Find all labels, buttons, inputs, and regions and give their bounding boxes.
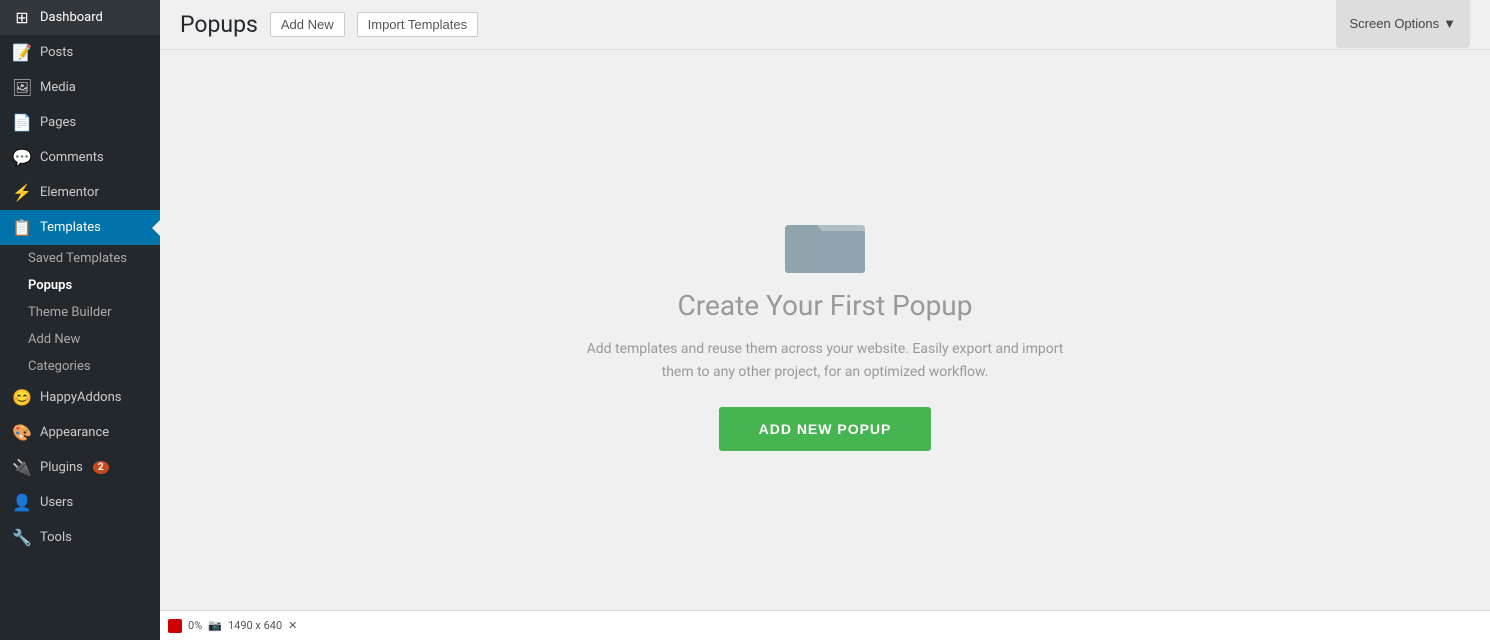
sidebar-item-label: Templates bbox=[40, 220, 101, 235]
import-templates-button[interactable]: Import Templates bbox=[357, 12, 478, 37]
status-dot bbox=[168, 619, 182, 633]
screen-options-label: Screen Options bbox=[1350, 16, 1440, 31]
plugins-badge: 2 bbox=[93, 461, 109, 474]
submenu-label: Saved Templates bbox=[28, 251, 127, 266]
media-icon: 🖼 bbox=[12, 78, 32, 97]
sidebar-item-add-new[interactable]: Add New bbox=[0, 326, 160, 353]
camera-icon: 📷 bbox=[208, 619, 222, 632]
tools-icon: 🔧 bbox=[12, 528, 32, 547]
sidebar-item-plugins[interactable]: 🔌 Plugins 2 bbox=[0, 450, 160, 485]
folder-icon bbox=[785, 209, 865, 273]
submenu-label: Popups bbox=[28, 278, 72, 293]
empty-state: Create Your First Popup Add templates an… bbox=[585, 209, 1065, 451]
submenu-label: Theme Builder bbox=[28, 305, 112, 320]
posts-icon: 📝 bbox=[12, 43, 32, 62]
sidebar-item-label: Comments bbox=[40, 150, 104, 165]
top-bar: Popups Add New Import Templates Screen O… bbox=[160, 0, 1490, 50]
sidebar-item-label: Media bbox=[40, 80, 76, 95]
sidebar-item-label: Posts bbox=[40, 45, 73, 60]
submenu-label: Categories bbox=[28, 359, 91, 374]
users-icon: 👤 bbox=[12, 493, 32, 512]
happyaddons-icon: 😊 bbox=[12, 388, 32, 407]
sidebar-item-categories[interactable]: Categories bbox=[0, 353, 160, 380]
close-icon[interactable]: ✕ bbox=[288, 619, 297, 632]
sidebar-item-happyaddons[interactable]: 😊 HappyAddons bbox=[0, 380, 160, 415]
elementor-icon: ⚡ bbox=[12, 183, 32, 202]
sidebar-item-popups[interactable]: Popups bbox=[0, 272, 160, 299]
sidebar-item-label: Dashboard bbox=[40, 10, 103, 25]
sidebar-item-elementor[interactable]: ⚡ Elementor bbox=[0, 175, 160, 210]
appearance-icon: 🎨 bbox=[12, 423, 32, 442]
sidebar-item-label: Appearance bbox=[40, 425, 109, 440]
sidebar-item-media[interactable]: 🖼 Media bbox=[0, 70, 160, 105]
sidebar-item-label: HappyAddons bbox=[40, 390, 121, 405]
empty-state-description: Add templates and reuse them across your… bbox=[585, 338, 1065, 383]
sidebar-item-label: Pages bbox=[40, 115, 76, 130]
sidebar-item-theme-builder[interactable]: Theme Builder bbox=[0, 299, 160, 326]
templates-icon: 📋 bbox=[12, 218, 32, 237]
pages-icon: 📄 bbox=[12, 113, 32, 132]
zoom-percentage: 0% bbox=[188, 619, 202, 632]
main-content: Popups Add New Import Templates Screen O… bbox=[160, 0, 1490, 640]
sidebar-item-users[interactable]: 👤 Users bbox=[0, 485, 160, 520]
sidebar-item-tools[interactable]: 🔧 Tools bbox=[0, 520, 160, 555]
plugins-icon: 🔌 bbox=[12, 458, 32, 477]
sidebar: ⊞ Dashboard 📝 Posts 🖼 Media 📄 Pages 💬 Co… bbox=[0, 0, 160, 640]
page-title: Popups bbox=[180, 11, 258, 38]
dimensions-label: 1490 x 640 bbox=[228, 619, 282, 632]
sidebar-item-label: Users bbox=[40, 495, 73, 510]
submenu-label: Add New bbox=[28, 332, 80, 347]
chevron-down-icon: ▼ bbox=[1443, 16, 1456, 31]
sidebar-item-saved-templates[interactable]: Saved Templates bbox=[0, 245, 160, 272]
top-bar-left: Popups Add New Import Templates bbox=[180, 11, 478, 38]
comments-icon: 💬 bbox=[12, 148, 32, 167]
sidebar-item-posts[interactable]: 📝 Posts bbox=[0, 35, 160, 70]
add-new-button[interactable]: Add New bbox=[270, 12, 345, 37]
dashboard-icon: ⊞ bbox=[12, 8, 32, 27]
empty-state-title: Create Your First Popup bbox=[678, 289, 973, 322]
sidebar-item-label: Plugins bbox=[40, 460, 83, 475]
sidebar-item-dashboard[interactable]: ⊞ Dashboard bbox=[0, 0, 160, 35]
content-area: Create Your First Popup Add templates an… bbox=[160, 50, 1490, 610]
sidebar-item-appearance[interactable]: 🎨 Appearance bbox=[0, 415, 160, 450]
screen-options-button[interactable]: Screen Options ▼ bbox=[1336, 0, 1470, 48]
sidebar-item-templates[interactable]: 📋 Templates bbox=[0, 210, 160, 245]
bottom-bar: 0% 📷 1490 x 640 ✕ bbox=[160, 610, 1490, 640]
sidebar-item-label: Tools bbox=[40, 530, 72, 545]
add-new-popup-button[interactable]: ADD NEW POPUP bbox=[719, 407, 932, 451]
sidebar-item-pages[interactable]: 📄 Pages bbox=[0, 105, 160, 140]
sidebar-item-comments[interactable]: 💬 Comments bbox=[0, 140, 160, 175]
sidebar-item-label: Elementor bbox=[40, 185, 99, 200]
